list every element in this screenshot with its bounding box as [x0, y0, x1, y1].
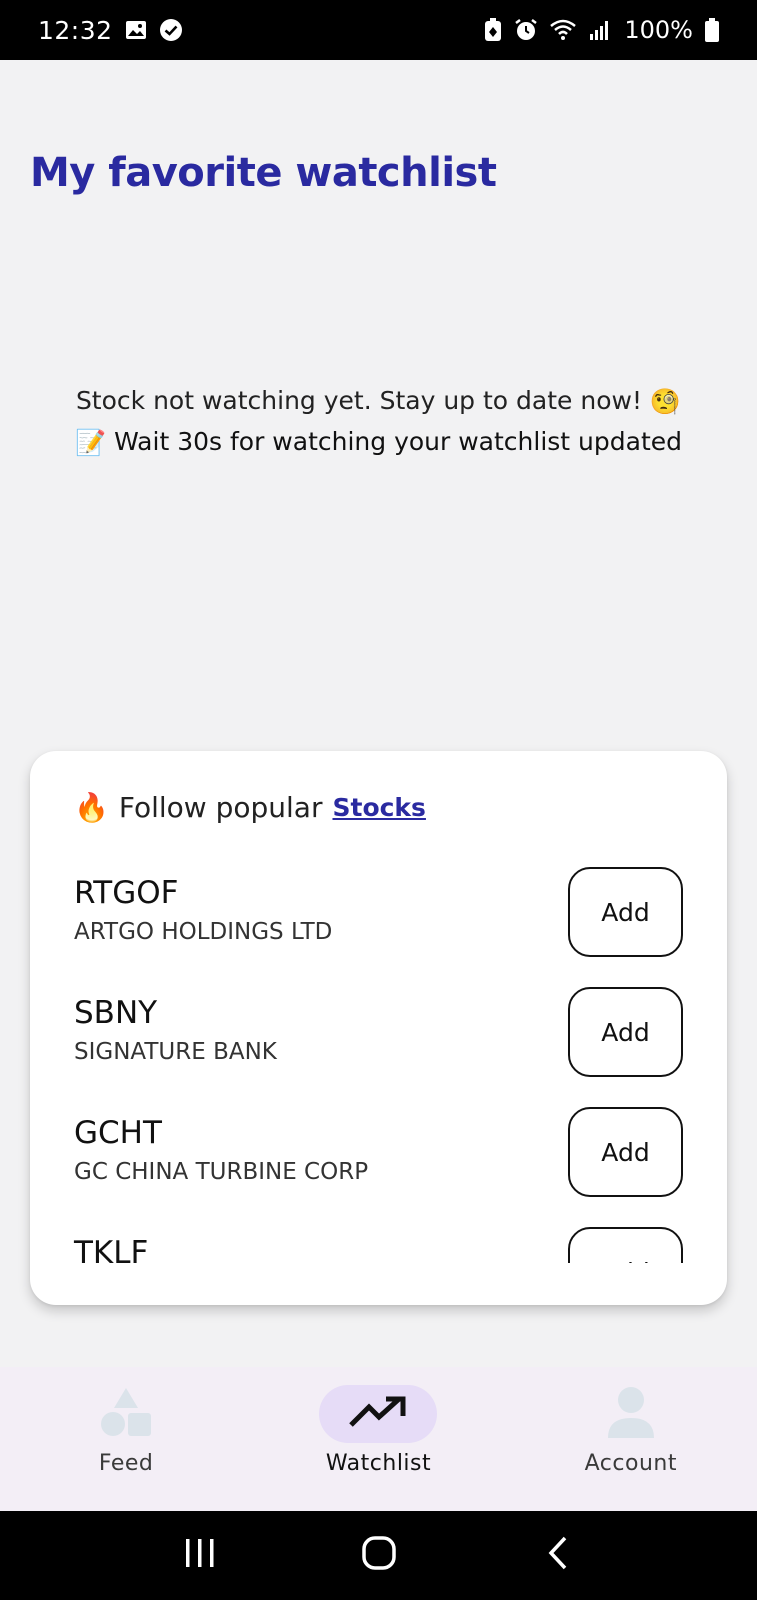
empty-state-hint: 📝 Wait 30s for watching your watchlist u…: [0, 427, 757, 458]
stock-name: GC CHINA TURBINE CORP: [74, 1159, 369, 1185]
card-header: 🔥 Follow popular Stocks: [74, 791, 426, 824]
status-left: 12:32: [38, 16, 183, 45]
nav-icon-container: [572, 1385, 690, 1443]
empty-state-text: Stock not watching yet. Stay up to date …: [75, 386, 642, 415]
stock-symbol: RTGOF: [74, 875, 179, 911]
nav-item-feed[interactable]: Feed: [26, 1367, 226, 1476]
nav-item-watchlist[interactable]: Watchlist: [278, 1367, 478, 1476]
battery-saver-icon: [484, 18, 502, 42]
battery-percentage: 100%: [624, 16, 693, 44]
add-button[interactable]: Add: [568, 867, 683, 957]
status-right: 100%: [484, 16, 719, 44]
stock-name: ARTGO HOLDINGS LTD: [74, 919, 333, 945]
card-header-text: Follow popular: [118, 791, 323, 824]
back-button[interactable]: [528, 1526, 588, 1586]
home-icon: [361, 1535, 397, 1576]
recent-apps-icon: [183, 1537, 217, 1574]
recent-apps-button[interactable]: [170, 1526, 230, 1586]
nav-icon-container: [67, 1385, 185, 1443]
stock-list[interactable]: RTGOF ARTGO HOLDINGS LTD Add SBNY SIGNAT…: [30, 861, 727, 1263]
alarm-icon: [514, 18, 538, 42]
page-title: My favorite watchlist: [30, 150, 497, 196]
account-icon: [606, 1386, 656, 1443]
check-circle-icon: [159, 18, 183, 42]
add-button[interactable]: Add: [568, 1107, 683, 1197]
stock-symbol: SBNY: [74, 995, 158, 1031]
gallery-icon: [125, 20, 147, 40]
stock-row: SBNY SIGNATURE BANK Add: [30, 981, 727, 1101]
nav-item-account[interactable]: Account: [531, 1367, 731, 1476]
bottom-navigation: Feed Watchlist Account: [0, 1367, 757, 1511]
status-time: 12:32: [38, 15, 113, 45]
nav-label: Feed: [98, 1451, 154, 1476]
add-button[interactable]: Add: [568, 1227, 683, 1263]
stock-row: GCHT GC CHINA TURBINE CORP Add: [30, 1101, 727, 1221]
trending-up-icon: [348, 1395, 408, 1434]
nav-label: Account: [584, 1451, 677, 1476]
popular-stocks-card: 🔥 Follow popular Stocks RTGOF ARTGO HOLD…: [30, 751, 727, 1305]
status-bar: 12:32 100%: [0, 0, 757, 60]
signal-icon: [588, 19, 612, 41]
home-button[interactable]: [349, 1526, 409, 1586]
fire-emoji: 🔥: [74, 791, 109, 824]
stocks-link[interactable]: Stocks: [332, 793, 425, 822]
nav-icon-container: [319, 1385, 438, 1443]
feed-shapes-icon: [99, 1386, 153, 1443]
stock-row: RTGOF ARTGO HOLDINGS LTD Add: [30, 861, 727, 981]
empty-state: Stock not watching yet. Stay up to date …: [0, 386, 757, 458]
memo-emoji: 📝: [74, 428, 107, 457]
add-button[interactable]: Add: [568, 987, 683, 1077]
stock-symbol: GCHT: [74, 1115, 162, 1151]
system-navigation-bar: [0, 1511, 757, 1600]
empty-state-message: Stock not watching yet. Stay up to date …: [0, 386, 757, 417]
nav-label: Watchlist: [325, 1451, 432, 1476]
stock-row: TKLF Add: [30, 1221, 727, 1263]
empty-state-hint-text: Wait 30s for watching your watchlist upd…: [114, 427, 683, 456]
stock-name: SIGNATURE BANK: [74, 1039, 277, 1065]
back-icon: [547, 1535, 569, 1576]
stock-symbol: TKLF: [74, 1235, 149, 1263]
wifi-icon: [550, 19, 577, 41]
battery-icon: [705, 18, 719, 42]
monocle-face-emoji: 🧐: [649, 387, 682, 416]
